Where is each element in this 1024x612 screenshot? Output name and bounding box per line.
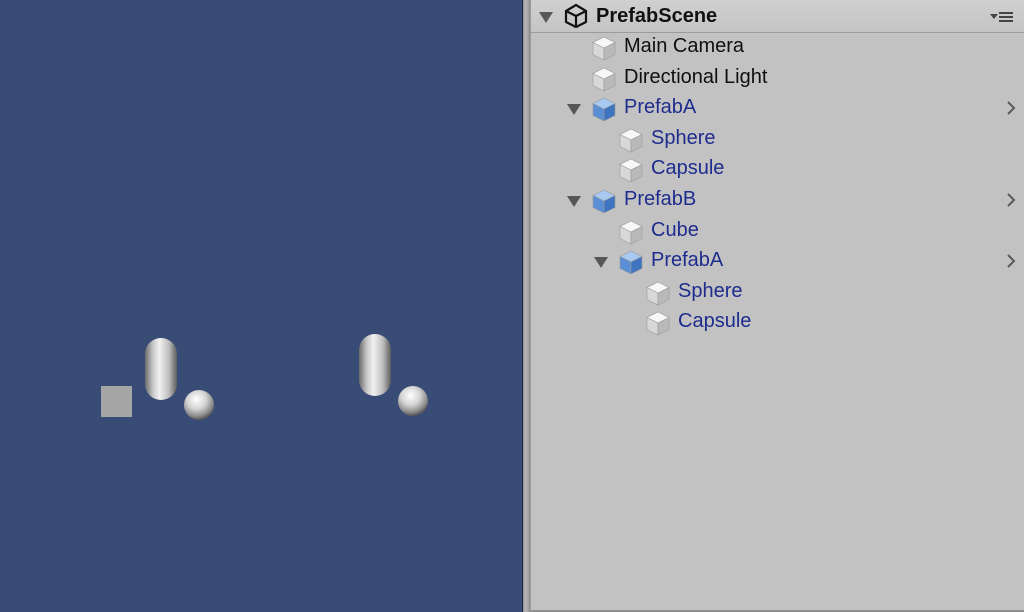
hierarchy-row-label: PrefabA [624,96,697,119]
scene-title: PrefabScene [596,5,718,27]
capsule-object[interactable] [145,338,177,400]
hierarchy-panel: PrefabScene Main Camera Directional Light… [530,0,1024,612]
hierarchy-row-label: PrefabA [651,249,724,272]
prefab-cube-icon [591,96,617,122]
open-prefab-chevron-icon[interactable] [1006,100,1016,116]
sphere-object[interactable] [398,386,428,416]
hierarchy-row-label: Capsule [651,157,725,180]
hierarchy-row[interactable]: Capsule [531,307,1024,337]
hierarchy-row-label: Capsule [678,310,752,333]
hierarchy-row-label: Main Camera [624,35,745,57]
sphere-object[interactable] [184,390,214,420]
hierarchy-row[interactable]: PrefabB [531,185,1024,215]
hierarchy-row[interactable]: Main Camera [531,32,1024,62]
gameobject-cube-icon [618,219,644,245]
unity-scene-icon [564,3,588,29]
gameobject-cube-icon [645,280,671,306]
hierarchy-row[interactable]: Sphere [531,124,1024,154]
hierarchy-row[interactable]: Capsule [531,154,1024,184]
hierarchy-row-label: PrefabB [624,188,697,210]
open-prefab-chevron-icon[interactable] [1006,192,1016,208]
gameobject-cube-icon [645,310,671,336]
hierarchy-row[interactable]: PrefabA [531,93,1024,123]
expand-arrow-icon[interactable] [567,102,581,116]
gameobject-cube-icon [591,66,617,92]
hierarchy-row-label: Directional Light [624,65,768,88]
context-menu-icon[interactable] [990,10,1016,24]
expand-arrow-icon[interactable] [539,10,553,24]
expand-arrow-icon[interactable] [567,194,581,208]
gameobject-cube-icon [618,127,644,153]
prefab-cube-icon [618,249,644,275]
hierarchy-row-label: Sphere [651,126,716,149]
expand-arrow-icon[interactable] [594,255,608,269]
gameobject-cube-icon [618,157,644,183]
gameobject-cube-icon [591,35,617,61]
hierarchy-row[interactable]: PrefabA [531,246,1024,276]
cube-object[interactable] [101,386,132,417]
hierarchy-row[interactable]: Cube [531,216,1024,246]
capsule-object[interactable] [359,334,391,396]
scene-canvas[interactable] [0,0,523,612]
panel-splitter[interactable] [523,0,530,612]
prefab-cube-icon [591,188,617,214]
hierarchy-row-label: Sphere [678,279,743,302]
scene-header[interactable]: PrefabScene [531,0,1024,33]
hierarchy-row[interactable]: Sphere [531,277,1024,307]
hierarchy-row-label: Cube [651,218,699,241]
scene-view[interactable] [0,0,523,612]
open-prefab-chevron-icon[interactable] [1006,253,1016,269]
hierarchy-row[interactable]: Directional Light [531,63,1024,93]
